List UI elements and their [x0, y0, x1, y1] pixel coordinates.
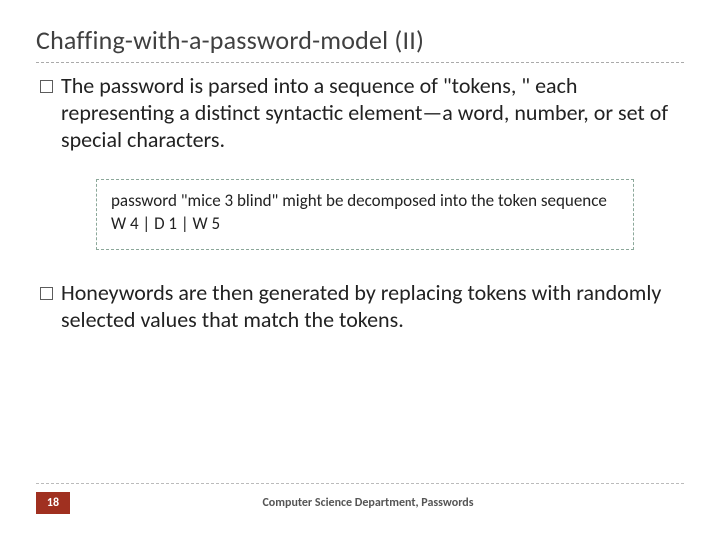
example-box: password "mice 3 blind" might be decompo… [96, 179, 634, 249]
bullet-item: The password is parsed into a sequence o… [36, 73, 684, 153]
footer-row: 18 Computer Science Department, Password… [36, 492, 684, 514]
footer-divider [36, 483, 684, 484]
slide-title: Chaffing-with-a-password-model (II) [36, 24, 684, 56]
bullet-square-icon [40, 80, 53, 93]
title-row: Chaffing-with-a-password-model (II) [36, 24, 684, 56]
title-divider [36, 62, 684, 63]
bullet-text: Honeywords are then generated by replaci… [61, 280, 680, 334]
footer-text: Computer Science Department, Passwords [52, 496, 684, 510]
bullet-text: The password is parsed into a sequence o… [61, 73, 680, 153]
bullet-square-icon [40, 287, 53, 300]
bullet-item: Honeywords are then generated by replaci… [36, 280, 684, 334]
slide: Chaffing-with-a-password-model (II) The … [0, 0, 720, 540]
example-text: password "mice 3 blind" might be decompo… [111, 190, 607, 233]
footer: 18 Computer Science Department, Password… [36, 483, 684, 514]
